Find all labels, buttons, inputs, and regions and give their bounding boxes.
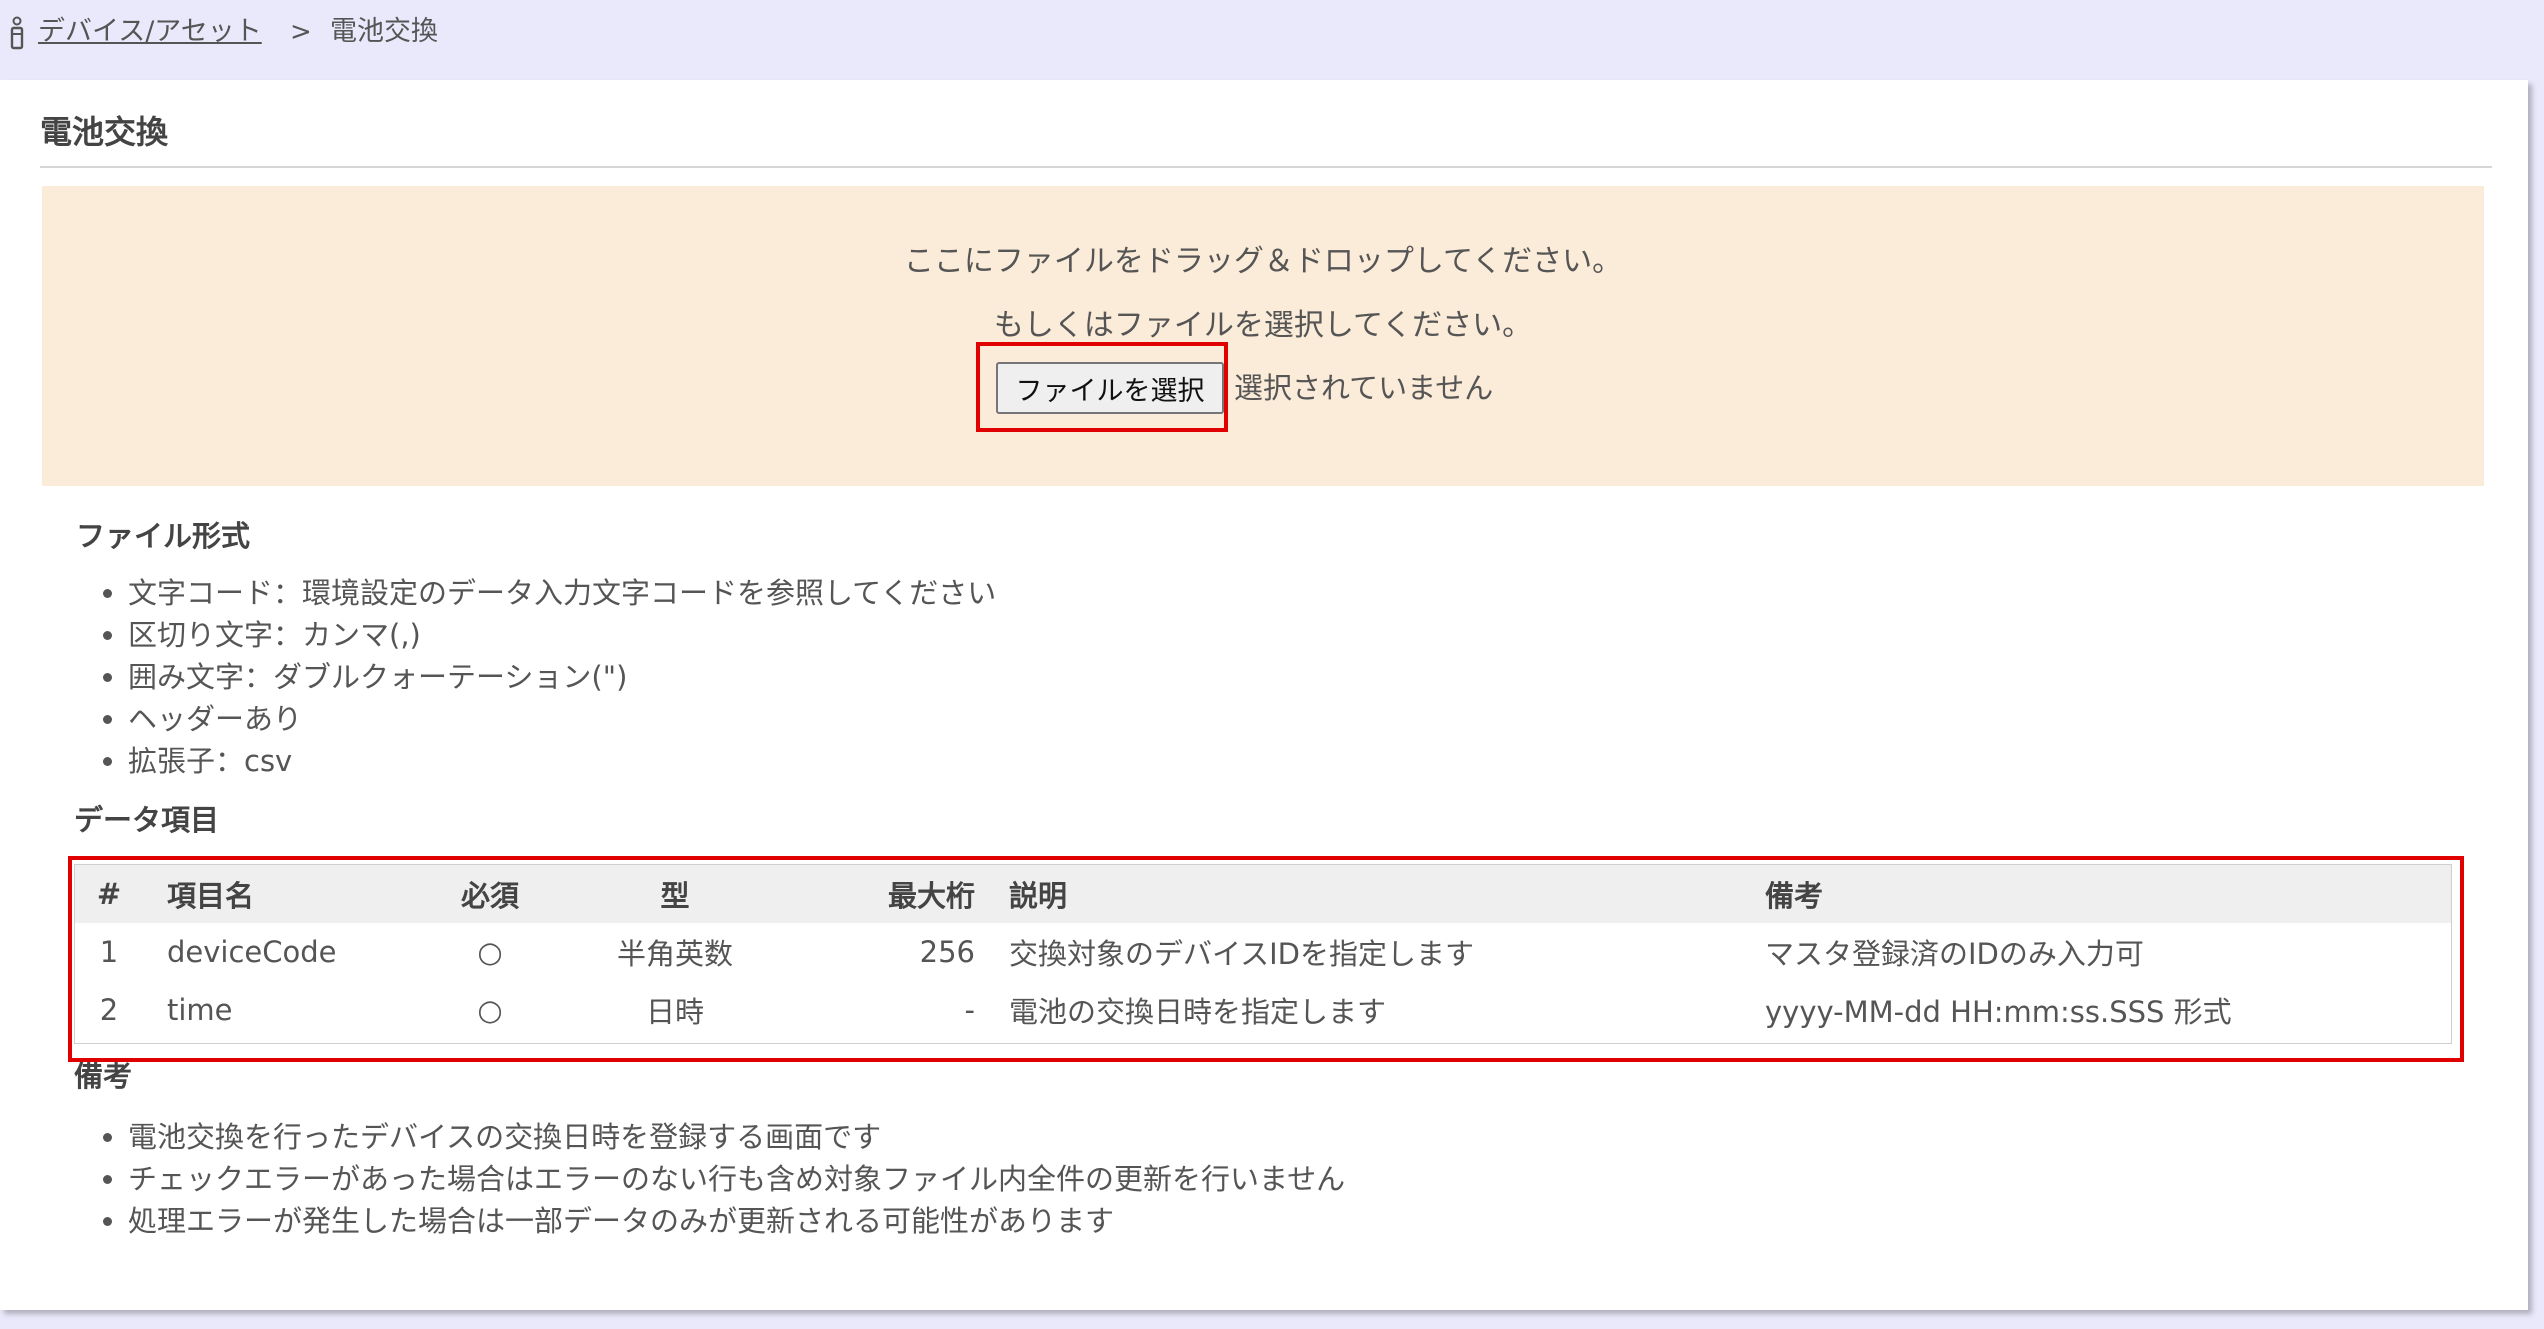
- column-header-item-name: 項目名: [143, 865, 431, 923]
- column-header-required: 必須: [431, 865, 549, 923]
- column-header-type: 型: [549, 865, 801, 923]
- data-items-heading: データ項目: [74, 803, 220, 837]
- cell-remarks: yyyy-MM-dd HH:mm:ss.SSS 形式: [1765, 995, 2232, 1029]
- column-header-number: #: [75, 865, 143, 923]
- column-header-remarks: 備考: [1765, 865, 2451, 923]
- table-row: 1 deviceCode ○ 半角英数 256 交換対象のデバイスIDを指定しま…: [75, 923, 2451, 981]
- file-selection-status: 選択されていません: [1234, 371, 1494, 405]
- breadcrumb-current: 電池交換: [330, 16, 438, 47]
- file-format-list: 文字コード：環境設定のデータ入力文字コードを参照してください 区切り文字：カンマ…: [76, 572, 996, 782]
- list-item: 電池交換を行ったデバイスの交換日時を登録する画面です: [128, 1116, 1345, 1158]
- remarks-heading: 備考: [74, 1059, 133, 1093]
- dropzone-instruction-drag: ここにファイルをドラッグ＆ドロップしてください。: [903, 244, 1623, 279]
- list-item: 区切り文字：カンマ(,): [128, 614, 996, 656]
- cell-required: ○: [477, 993, 503, 1027]
- remarks-list: 電池交換を行ったデバイスの交換日時を登録する画面です チェックエラーがあった場合…: [76, 1116, 1345, 1242]
- column-header-description: 説明: [993, 865, 1765, 923]
- list-item: ヘッダーあり: [128, 698, 996, 740]
- list-item: 文字コード：環境設定のデータ入力文字コードを参照してください: [128, 572, 996, 614]
- cell-type: 日時: [645, 995, 704, 1029]
- page-title: 電池交換: [40, 113, 169, 151]
- table-header-row: # 項目名 必須 型 最大桁 説明 備考: [75, 865, 2451, 923]
- cell-max-digits: -: [964, 993, 975, 1027]
- cell-remarks: マスタ登録済のIDのみ入力可: [1765, 937, 2144, 971]
- file-dropzone[interactable]: ここにファイルをドラッグ＆ドロップしてください。 もしくはファイルを選択してくだ…: [42, 186, 2484, 486]
- table-row: 2 time ○ 日時 - 電池の交換日時を指定します yyyy-MM-dd H…: [75, 981, 2451, 1039]
- breadcrumb: デバイス/アセット > 電池交換: [0, 0, 2544, 80]
- breadcrumb-link-devices-assets[interactable]: デバイス/アセット: [38, 14, 262, 50]
- data-items-table: # 項目名 必須 型 最大桁 説明 備考 1 deviceCode ○ 半角英数…: [75, 865, 2451, 1039]
- list-item: チェックエラーがあった場合はエラーのない行も含め対象ファイル内全件の更新を行いま…: [128, 1158, 1345, 1200]
- cell-type: 半角英数: [616, 937, 733, 971]
- cell-item-name: deviceCode: [167, 935, 337, 969]
- list-item: 拡張子：csv: [128, 740, 996, 782]
- main-panel: 電池交換 ここにファイルをドラッグ＆ドロップしてください。 もしくはファイルを選…: [0, 80, 2528, 1310]
- device-icon: [10, 16, 24, 50]
- choose-file-button[interactable]: ファイルを選択: [996, 362, 1224, 414]
- breadcrumb-separator: >: [290, 17, 312, 47]
- cell-description: 交換対象のデバイスIDを指定します: [1009, 937, 1475, 971]
- column-header-max-digits: 最大桁: [801, 865, 993, 923]
- file-format-heading: ファイル形式: [76, 519, 251, 553]
- cell-item-name: time: [167, 993, 233, 1027]
- list-item: 囲み文字：ダブルクォーテーション("): [128, 656, 996, 698]
- cell-max-digits: 256: [919, 935, 975, 969]
- cell-number: 1: [99, 935, 119, 969]
- title-divider: [40, 166, 2492, 168]
- list-item: 処理エラーが発生した場合は一部データのみが更新される可能性があります: [128, 1200, 1345, 1242]
- cell-number: 2: [99, 993, 119, 1027]
- data-items-table-container: # 項目名 必須 型 最大桁 説明 備考 1 deviceCode ○ 半角英数…: [74, 864, 2452, 1044]
- cell-required: ○: [477, 935, 503, 969]
- dropzone-instruction-select: もしくはファイルを選択してください。: [993, 308, 1533, 343]
- cell-description: 電池の交換日時を指定します: [1009, 995, 1387, 1029]
